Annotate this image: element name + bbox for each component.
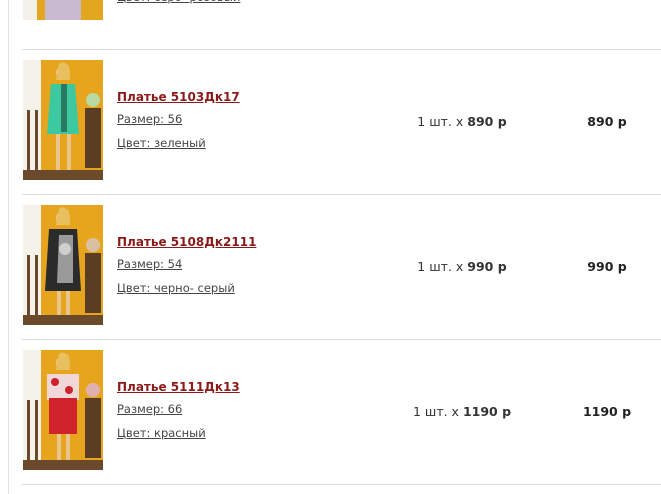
row-divider (22, 484, 661, 485)
cart-item-row: Платье 5108Дк2111 Размер: 54 Цвет: черно… (22, 195, 661, 340)
item-unit-price: 990 р (467, 259, 507, 274)
item-quantity: 1 шт. х (412, 404, 459, 419)
product-thumbnail[interactable] (23, 205, 103, 325)
item-unit-price: 1190 р (462, 404, 512, 419)
item-name-link[interactable]: Платье 5108Дк2111 (117, 235, 256, 249)
item-size-link[interactable]: Размер: 56 (117, 112, 182, 126)
dress-photo (23, 0, 103, 20)
item-quantity: 1 шт. х (417, 259, 464, 274)
product-thumbnail[interactable] (23, 60, 103, 180)
dress-photo (23, 350, 103, 470)
dress-photo (23, 205, 103, 325)
item-color-link[interactable]: Цвет: черно- серый (117, 281, 235, 295)
item-color-link[interactable]: Цвет: красный (117, 426, 206, 440)
cart-item-row: Платье 5111Дк13 Размер: 66 Цвет: красный… (22, 340, 661, 485)
cart-item-row: Платье 5103Дк17 Размер: 56 Цвет: зеленый… (22, 50, 661, 195)
item-total: 990 р (587, 259, 627, 274)
item-name-link[interactable]: Платье 5103Дк17 (117, 90, 240, 104)
item-quantity: 1 шт. х (417, 114, 464, 129)
cart-item-row: Цвет: серо- розовый (22, 0, 661, 35)
item-quantity-price: 1 шт. х 890 р (382, 114, 542, 129)
item-quantity-price: 1 шт. х 1190 р (382, 404, 542, 419)
item-color-link[interactable]: Цвет: зеленый (117, 136, 206, 150)
item-unit-price: 890 р (467, 114, 507, 129)
item-size-link[interactable]: Размер: 66 (117, 402, 182, 416)
dress-photo (23, 60, 103, 180)
item-total: 890 р (587, 114, 627, 129)
item-name-link[interactable]: Платье 5111Дк13 (117, 380, 240, 394)
cart-items-list: Цвет: серо- розовый Платье 5103Дк17 (0, 0, 661, 494)
item-color-link[interactable]: Цвет: серо- розовый (117, 0, 240, 4)
item-quantity-price: 1 шт. х 990 р (382, 259, 542, 274)
item-size-link[interactable]: Размер: 54 (117, 257, 182, 271)
item-total: 1190 р (582, 404, 632, 419)
product-thumbnail[interactable] (23, 350, 103, 470)
product-thumbnail[interactable] (23, 0, 103, 20)
